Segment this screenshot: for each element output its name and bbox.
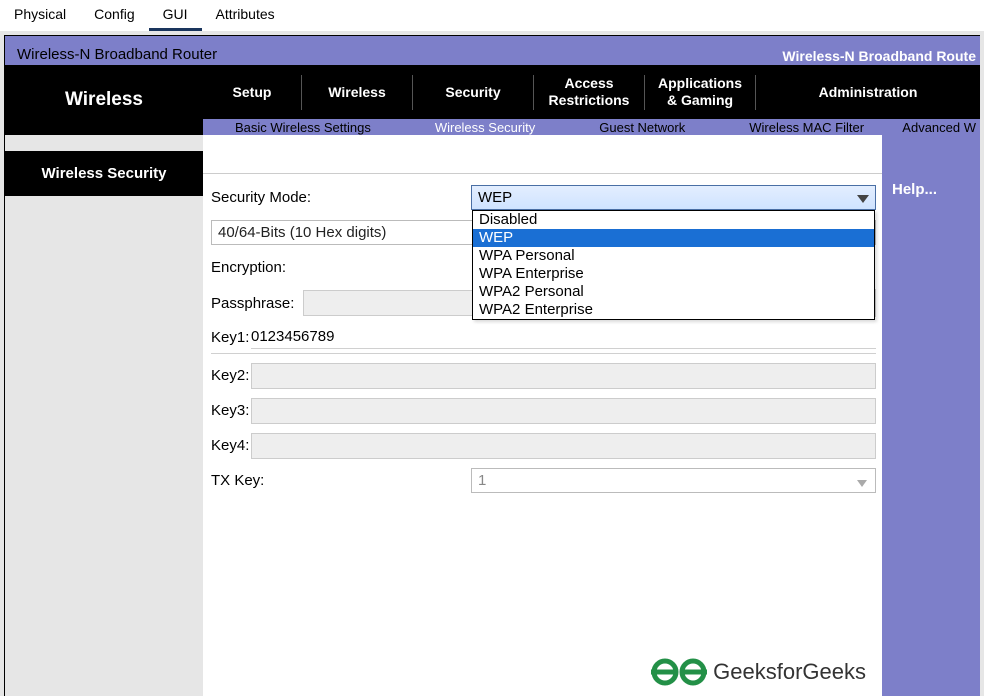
form-frame: Security Mode: WEP Disabled WEP WPA Pers… (203, 173, 882, 494)
chevron-down-icon (857, 474, 867, 491)
key2-label: Key2: (211, 367, 251, 384)
row-key2: Key2: (211, 362, 876, 389)
main-row: Wireless Security Security Mode: WEP Dis… (4, 135, 980, 696)
content-col: Security Mode: WEP Disabled WEP WPA Pers… (203, 135, 882, 696)
opt-wpa-enterprise[interactable]: WPA Enterprise (473, 265, 874, 283)
cipher-value: 40/64-Bits (10 Hex digits) (218, 224, 386, 241)
subtab-wireless-security[interactable]: Wireless Security (417, 120, 553, 135)
navtab-setup[interactable]: Setup (203, 65, 301, 119)
navtab-security[interactable]: Security (413, 65, 533, 119)
key3-label: Key3: (211, 402, 251, 419)
key1-label: Key1: (211, 329, 251, 346)
security-mode-dropdown: Disabled WEP WPA Personal WPA Enterprise… (472, 210, 875, 320)
passphrase-label: Passphrase: (211, 295, 303, 312)
subtab-mac[interactable]: Wireless MAC Filter (731, 120, 882, 135)
tab-gui[interactable]: GUI (149, 0, 202, 31)
security-mode-select[interactable]: WEP Disabled WEP WPA Personal WPA Enterp… (471, 185, 876, 210)
txkey-label: TX Key: (211, 472, 471, 489)
txkey-value: 1 (478, 472, 486, 489)
left-col: Wireless Security (5, 135, 203, 696)
navtab-wireless[interactable]: Wireless (302, 65, 412, 119)
opt-disabled[interactable]: Disabled (473, 211, 874, 229)
navtab-access[interactable]: Access Restrictions (534, 65, 644, 119)
watermark: GeeksforGeeks (651, 654, 866, 690)
router-frame: Wireless-N Broadband Router Firmwa Wirel… (0, 31, 984, 696)
chevron-down-icon (857, 190, 869, 207)
row-key3: Key3: (211, 397, 876, 424)
tab-config[interactable]: Config (80, 0, 148, 31)
nav-row: Wireless Wireless-N Broadband Route Setu… (4, 65, 980, 135)
opt-wpa2-personal[interactable]: WPA2 Personal (473, 283, 874, 301)
key4-input[interactable] (251, 433, 876, 459)
help-link[interactable]: Help... (892, 181, 937, 198)
navtab-apps[interactable]: Applications & Gaming (645, 65, 755, 119)
security-mode-value: WEP (478, 189, 512, 206)
top-tabs: Physical Config GUI Attributes (0, 0, 984, 31)
key2-input[interactable] (251, 363, 876, 389)
router-title: Wireless-N Broadband Router (17, 46, 217, 63)
geeksforgeeks-icon (651, 654, 707, 690)
row-txkey: TX Key: 1 (211, 467, 876, 494)
opt-wep[interactable]: WEP (473, 229, 874, 247)
subtab-advanced[interactable]: Advanced W (884, 120, 980, 135)
sub-tabs: Basic Wireless Settings Wireless Securit… (203, 119, 980, 135)
row-key4: Key4: (211, 432, 876, 459)
model-label: Wireless-N Broadband Route (782, 47, 976, 65)
nav-bar: Wireless-N Broadband Route Setup Wireles… (203, 65, 980, 135)
section-label: Wireless Security (5, 151, 203, 196)
encryption-label: Encryption: (211, 259, 471, 276)
opt-wpa-personal[interactable]: WPA Personal (473, 247, 874, 265)
row-key1: Key1: 0123456789 (211, 325, 876, 354)
nav-tabs: Wireless-N Broadband Route Setup Wireles… (203, 65, 980, 119)
key4-label: Key4: (211, 437, 251, 454)
row-security-mode: Security Mode: WEP Disabled WEP WPA Pers… (211, 184, 876, 211)
tab-physical[interactable]: Physical (0, 0, 80, 31)
key1-input[interactable]: 0123456789 (251, 325, 876, 349)
navtab-admin[interactable]: Administration (756, 65, 980, 119)
txkey-select[interactable]: 1 (471, 468, 876, 493)
security-mode-label: Security Mode: (211, 189, 471, 206)
app-root: Physical Config GUI Attributes Wireless-… (0, 0, 984, 696)
key3-input[interactable] (251, 398, 876, 424)
right-col: Help... (882, 135, 980, 696)
subtab-guest[interactable]: Guest Network (581, 120, 703, 135)
opt-wpa2-enterprise[interactable]: WPA2 Enterprise (473, 301, 874, 319)
nav-section-title: Wireless (5, 65, 203, 135)
tab-attributes[interactable]: Attributes (202, 0, 289, 31)
watermark-text: GeeksforGeeks (713, 659, 866, 685)
subtab-basic[interactable]: Basic Wireless Settings (217, 120, 389, 135)
